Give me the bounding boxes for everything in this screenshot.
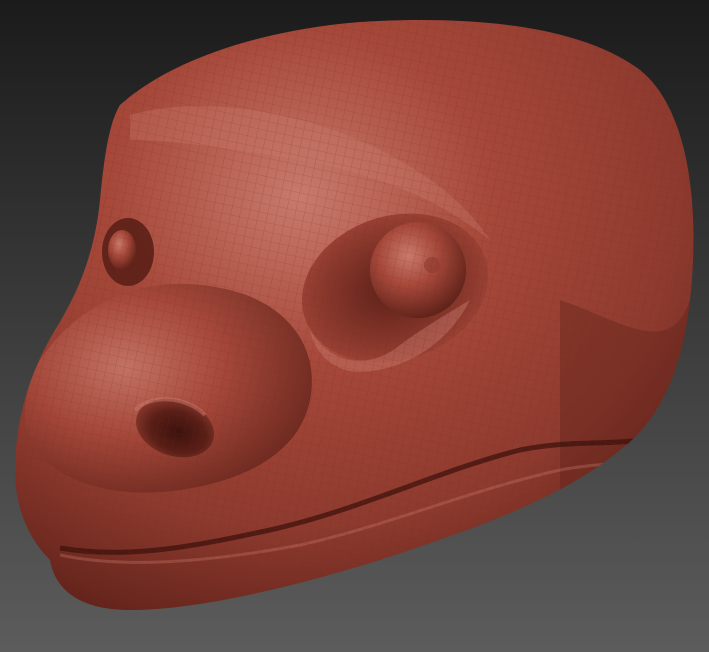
sculpt-canvas[interactable] [0,0,709,652]
sculpt-viewport[interactable] [0,0,709,652]
